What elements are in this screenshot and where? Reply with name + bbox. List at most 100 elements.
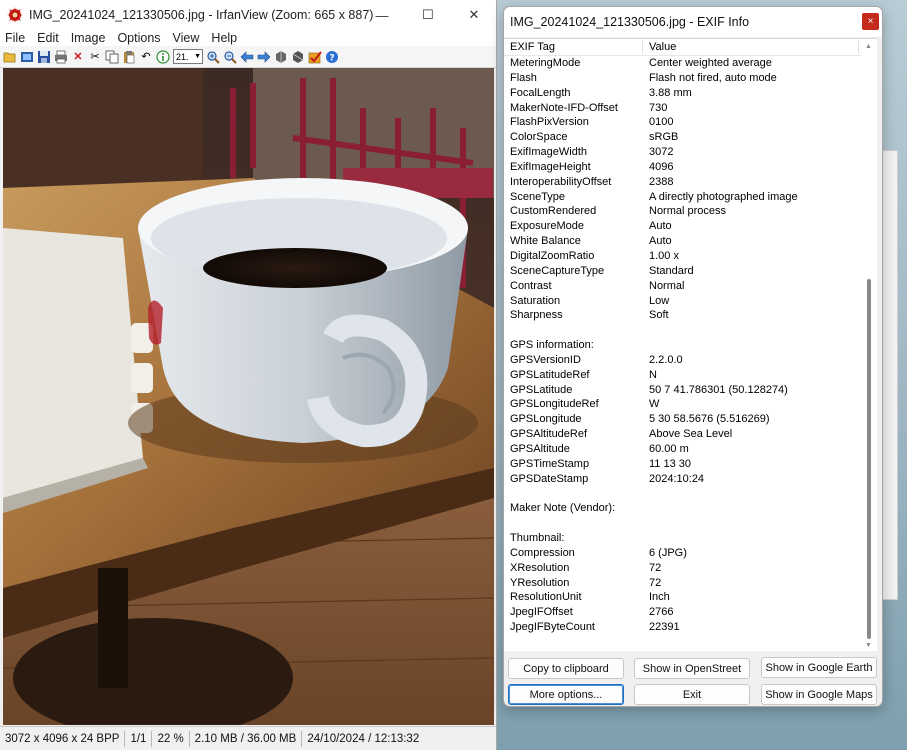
delete-icon[interactable]: ✕: [71, 50, 85, 64]
next-arrow-icon[interactable]: [257, 50, 271, 64]
exif-row[interactable]: Contrast Normal: [504, 279, 861, 294]
exif-row[interactable]: GPSDateStamp 2024:10:24: [504, 472, 861, 487]
exif-tag-list[interactable]: EXIF Tag Value MeteringMode Center weight…: [504, 38, 877, 651]
exif-row[interactable]: [504, 516, 861, 531]
exif-row[interactable]: GPSTimeStamp 11 13 30: [504, 457, 861, 472]
exif-row[interactable]: FocalLength 3.88 mm: [504, 86, 861, 101]
exif-tag-value: 2388: [649, 175, 674, 188]
zoom-in-icon[interactable]: [206, 50, 220, 64]
exif-scrollbar[interactable]: ▲ ▼: [861, 39, 877, 651]
exif-tag-name: GPSAltitudeRef: [510, 428, 588, 441]
exif-tag-name: GPSVersionID: [510, 353, 581, 366]
exif-row[interactable]: ColorSpace sRGB: [504, 130, 861, 145]
previous-arrow-icon[interactable]: [240, 50, 254, 64]
scroll-down-arrow-icon[interactable]: ▼: [865, 642, 872, 649]
menu-file[interactable]: File: [5, 31, 25, 45]
exif-row[interactable]: [504, 486, 861, 501]
column-divider[interactable]: [642, 41, 643, 54]
copy-to-clipboard-button[interactable]: Copy to clipboard: [508, 658, 624, 679]
exif-row[interactable]: ExifImageHeight 4096: [504, 160, 861, 175]
exif-row[interactable]: FlashPixVersion 0100: [504, 115, 861, 130]
image-canvas[interactable]: [3, 68, 494, 725]
show-in-openstreet-button[interactable]: Show in OpenStreet: [634, 658, 750, 679]
exif-tag-name: ColorSpace: [510, 131, 568, 144]
menu-options[interactable]: Options: [117, 31, 160, 45]
close-button[interactable]: ✕: [451, 0, 496, 30]
toolbar: ✕ ✂ ↶ 21. ▼ ?: [0, 46, 496, 68]
exif-row[interactable]: ResolutionUnit Inch: [504, 590, 861, 605]
info-icon[interactable]: [156, 49, 170, 64]
exif-tag-name: SceneType: [510, 190, 566, 203]
exif-row[interactable]: InteroperabilityOffset 2388: [504, 175, 861, 190]
menu-help[interactable]: Help: [211, 31, 237, 45]
more-options-button[interactable]: More options...: [508, 684, 624, 705]
slideshow-icon[interactable]: [20, 50, 34, 64]
column-header-tag[interactable]: EXIF Tag: [510, 41, 555, 53]
exif-tag-name: SceneCaptureType: [510, 264, 605, 277]
exif-row[interactable]: GPS information:: [504, 338, 861, 353]
maximize-button[interactable]: ☐: [405, 0, 451, 30]
exif-row[interactable]: DigitalZoomRatio 1.00 x: [504, 249, 861, 264]
paste-icon[interactable]: [122, 50, 136, 64]
show-in-google-earth-button[interactable]: Show in Google Earth: [761, 657, 877, 678]
copy-icon[interactable]: [105, 50, 119, 64]
exif-row[interactable]: XResolution 72: [504, 561, 861, 576]
menu-view[interactable]: View: [173, 31, 200, 45]
help-icon[interactable]: ?: [325, 50, 339, 64]
exif-row[interactable]: YResolution 72: [504, 576, 861, 591]
zoom-out-icon[interactable]: [223, 50, 237, 64]
exif-row[interactable]: MeteringMode Center weighted average: [504, 56, 861, 71]
exif-row[interactable]: ExifImageWidth 3072: [504, 145, 861, 160]
exif-tag-value: 2766: [649, 606, 674, 619]
exif-titlebar[interactable]: IMG_20241024_121330506.jpg - EXIF Info ×: [504, 7, 882, 37]
menu-edit[interactable]: Edit: [37, 31, 59, 45]
exif-row[interactable]: GPSLatitudeRef N: [504, 368, 861, 383]
cut-icon[interactable]: ✂: [88, 50, 102, 64]
exif-row[interactable]: JpegIFOffset 2766: [504, 605, 861, 620]
column-divider[interactable]: [858, 41, 859, 54]
scroll-up-arrow-icon[interactable]: ▲: [865, 43, 872, 50]
exif-row[interactable]: White Balance Auto: [504, 234, 861, 249]
exif-row[interactable]: SceneType A directly photographed image: [504, 190, 861, 205]
exif-tag-name: XResolution: [510, 561, 570, 574]
exif-tag-value: 3.88 mm: [649, 86, 692, 99]
exif-row[interactable]: MakerNote-IFD-Offset 730: [504, 101, 861, 116]
exif-list-header: EXIF Tag Value: [504, 39, 861, 56]
zoom-select[interactable]: 21. ▼: [173, 49, 203, 64]
effects-icon[interactable]: [308, 50, 322, 64]
exif-row[interactable]: SceneCaptureType Standard: [504, 264, 861, 279]
exif-row[interactable]: Flash Flash not fired, auto mode: [504, 71, 861, 86]
exif-row[interactable]: GPSLongitude 5 30 58.5676 (5.516269): [504, 412, 861, 427]
exif-row[interactable]: GPSAltitudeRef Above Sea Level: [504, 427, 861, 442]
irfanview-titlebar[interactable]: IMG_20241024_121330506.jpg - IrfanView (…: [0, 0, 496, 30]
exif-close-button[interactable]: ×: [862, 13, 879, 30]
print-icon[interactable]: [54, 50, 68, 64]
exif-dialog-title: IMG_20241024_121330506.jpg - EXIF Info: [510, 15, 750, 29]
exif-row[interactable]: Thumbnail:: [504, 531, 861, 546]
show-in-google-maps-button[interactable]: Show in Google Maps: [761, 684, 877, 705]
exif-row[interactable]: GPSLongitudeRef W: [504, 397, 861, 412]
exif-row[interactable]: GPSLatitude 50 7 41.786301 (50.128274): [504, 383, 861, 398]
undo-icon[interactable]: ↶: [139, 50, 153, 64]
column-header-value[interactable]: Value: [649, 41, 676, 53]
exif-row[interactable]: GPSAltitude 60.00 m: [504, 442, 861, 457]
status-page: 1/1: [125, 730, 153, 747]
exif-tag-name: ExposureMode: [510, 220, 584, 233]
exif-row[interactable]: CustomRendered Normal process: [504, 204, 861, 219]
open-folder-icon[interactable]: [3, 50, 17, 64]
exif-row[interactable]: ExposureMode Auto: [504, 219, 861, 234]
exif-row[interactable]: JpegIFByteCount 22391: [504, 620, 861, 635]
exif-row[interactable]: Maker Note (Vendor):: [504, 501, 861, 516]
exif-row[interactable]: [504, 323, 861, 338]
exif-row[interactable]: Sharpness Soft: [504, 308, 861, 323]
rotate-right-icon[interactable]: [291, 50, 305, 64]
exit-button[interactable]: Exit: [634, 684, 750, 705]
minimize-button[interactable]: —: [359, 0, 405, 30]
exif-row[interactable]: Compression 6 (JPG): [504, 546, 861, 561]
rotate-left-icon[interactable]: [274, 50, 288, 64]
menu-image[interactable]: Image: [71, 31, 106, 45]
scrollbar-thumb[interactable]: [867, 279, 871, 639]
exif-row[interactable]: Saturation Low: [504, 294, 861, 309]
save-icon[interactable]: [37, 50, 51, 64]
exif-row[interactable]: GPSVersionID 2.2.0.0: [504, 353, 861, 368]
